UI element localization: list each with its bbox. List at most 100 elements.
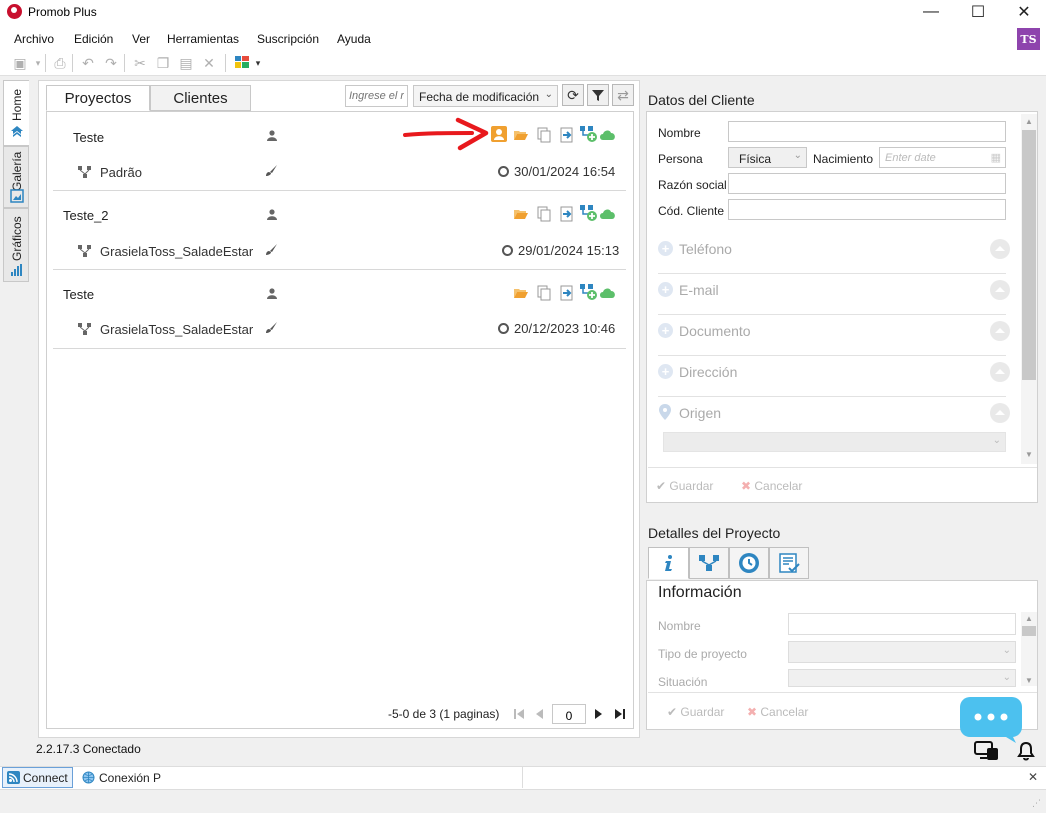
add-version-icon[interactable] <box>580 283 598 301</box>
collapse-document-icon[interactable] <box>990 321 1010 341</box>
client-name-input[interactable] <box>728 121 1006 142</box>
version-name[interactable]: Padrão <box>100 165 142 180</box>
collapse-origin-icon[interactable] <box>990 403 1010 423</box>
paste-icon[interactable]: ▤ <box>178 55 194 71</box>
tab-checklist[interactable] <box>769 547 809 579</box>
phone-section-label[interactable]: Teléfono <box>679 241 732 257</box>
minimize-button[interactable]: — <box>908 0 954 24</box>
cloud-icon[interactable] <box>599 127 617 143</box>
open-folder-icon[interactable] <box>513 206 529 222</box>
tab-info[interactable] <box>648 547 689 579</box>
connect-tab[interactable]: Connect <box>2 767 73 788</box>
version-name[interactable]: GrasielaToss_SaladeEstar <box>100 322 253 337</box>
origin-section-label[interactable]: Origen <box>679 405 721 421</box>
copy-icon[interactable]: ❐ <box>155 55 171 71</box>
client-card-icon[interactable] <box>491 126 507 142</box>
resize-grip-icon[interactable]: ⋰ <box>1032 798 1041 809</box>
status-select[interactable]: ⌄ <box>788 669 1016 687</box>
details-scrollbar[interactable] <box>1021 612 1037 686</box>
tab-history[interactable] <box>729 547 769 579</box>
project-name[interactable]: Teste <box>63 287 94 302</box>
project-name-input[interactable] <box>788 613 1016 635</box>
user-avatar[interactable]: TS <box>1017 28 1040 51</box>
version-name[interactable]: GrasielaToss_SaladeEstar <box>100 244 253 259</box>
tab-versions[interactable] <box>689 547 729 579</box>
client-cancel-button[interactable]: ✖ Cancelar <box>741 479 802 493</box>
address-section-label[interactable]: Dirección <box>679 364 737 380</box>
refresh-button[interactable]: ⟳ <box>562 84 584 106</box>
persona-select[interactable]: Física ⌄ <box>728 147 807 168</box>
screen-share-icon[interactable] <box>974 741 999 761</box>
next-page-icon[interactable] <box>594 708 604 720</box>
save-dropdown-icon[interactable]: ▾ <box>30 55 46 71</box>
undo-icon[interactable]: ↶ <box>80 55 96 71</box>
sort-select[interactable]: Fecha de modificación ⌄ <box>413 85 558 107</box>
menu-edicion[interactable]: Edición <box>74 32 113 46</box>
close-window-button[interactable]: ✕ <box>1001 0 1046 24</box>
sidetab-galeria[interactable]: Galería <box>3 146 29 208</box>
email-section-label[interactable]: E-mail <box>679 282 719 298</box>
scroll-down-icon[interactable]: ▼ <box>1025 676 1033 685</box>
open-folder-icon[interactable] <box>513 285 529 301</box>
birth-date-input[interactable]: Enter date ▦ <box>879 147 1006 168</box>
add-phone-icon[interactable]: + <box>658 241 673 256</box>
swap-button[interactable]: ⇄ <box>612 84 634 106</box>
collapse-address-icon[interactable] <box>990 362 1010 382</box>
print-icon[interactable]: ⎙ <box>52 55 68 71</box>
menu-herramientas[interactable]: Herramientas <box>167 32 239 46</box>
scroll-up-icon[interactable]: ▲ <box>1025 614 1033 623</box>
page-number-input[interactable] <box>552 704 586 724</box>
maximize-button[interactable]: ☐ <box>955 0 1001 24</box>
save-icon[interactable]: ▣ <box>12 55 28 71</box>
document-section-label[interactable]: Documento <box>679 323 751 339</box>
sidetab-home[interactable]: Home <box>3 80 29 146</box>
tab-clientes[interactable]: Clientes <box>150 85 251 111</box>
add-address-icon[interactable]: + <box>658 364 673 379</box>
project-type-select[interactable]: ⌄ <box>788 641 1016 663</box>
collapse-email-icon[interactable] <box>990 280 1010 300</box>
color-palette-icon[interactable] <box>235 56 249 68</box>
menu-ayuda[interactable]: Ayuda <box>337 32 371 46</box>
export-icon[interactable] <box>559 206 575 222</box>
menu-archivo[interactable]: Archivo <box>14 32 54 46</box>
scroll-up-icon[interactable]: ▲ <box>1025 117 1033 126</box>
company-input[interactable] <box>728 173 1006 194</box>
last-page-icon[interactable] <box>614 708 626 720</box>
redo-icon[interactable]: ↷ <box>103 55 119 71</box>
menu-ver[interactable]: Ver <box>132 32 150 46</box>
scroll-thumb[interactable] <box>1022 130 1036 380</box>
delete-icon[interactable]: ✕ <box>201 55 217 71</box>
client-code-input[interactable] <box>728 199 1006 220</box>
project-name[interactable]: Teste_2 <box>63 208 109 223</box>
export-icon[interactable] <box>559 285 575 301</box>
scroll-down-icon[interactable]: ▼ <box>1025 450 1033 459</box>
cut-icon[interactable]: ✂ <box>132 55 148 71</box>
conexion-tab[interactable]: Conexión P <box>82 771 161 785</box>
open-folder-icon[interactable] <box>513 127 529 143</box>
cloud-icon[interactable] <box>599 206 617 222</box>
cloud-icon[interactable] <box>599 285 617 301</box>
origin-select[interactable]: ⌄ <box>663 432 1006 452</box>
filter-button[interactable] <box>587 84 609 106</box>
menu-suscripcion[interactable]: Suscripción <box>257 32 319 46</box>
first-page-icon[interactable] <box>513 708 525 720</box>
add-version-icon[interactable] <box>580 204 598 222</box>
add-version-icon[interactable] <box>580 125 598 143</box>
prev-page-icon[interactable] <box>534 708 544 720</box>
collapse-phone-icon[interactable] <box>990 239 1010 259</box>
details-cancel-button[interactable]: ✖ Cancelar <box>747 705 808 719</box>
project-search-input[interactable] <box>345 85 408 107</box>
palette-dropdown-icon[interactable]: ▾ <box>250 55 266 71</box>
tab-proyectos[interactable]: Proyectos <box>46 85 150 111</box>
project-name[interactable]: Teste <box>73 130 104 145</box>
details-scroll-thumb[interactable] <box>1022 626 1036 636</box>
notification-bell-icon[interactable] <box>1017 741 1035 761</box>
client-save-button[interactable]: ✔ Guardar <box>656 479 713 493</box>
details-save-button[interactable]: ✔ Guardar <box>667 705 724 719</box>
close-panel-icon[interactable]: ✕ <box>1028 770 1038 784</box>
calendar-icon[interactable]: ▦ <box>991 151 1001 164</box>
export-icon[interactable] <box>559 127 575 143</box>
add-document-icon[interactable]: + <box>658 323 673 338</box>
chat-button[interactable] <box>960 697 1022 743</box>
duplicate-icon[interactable] <box>536 285 552 301</box>
